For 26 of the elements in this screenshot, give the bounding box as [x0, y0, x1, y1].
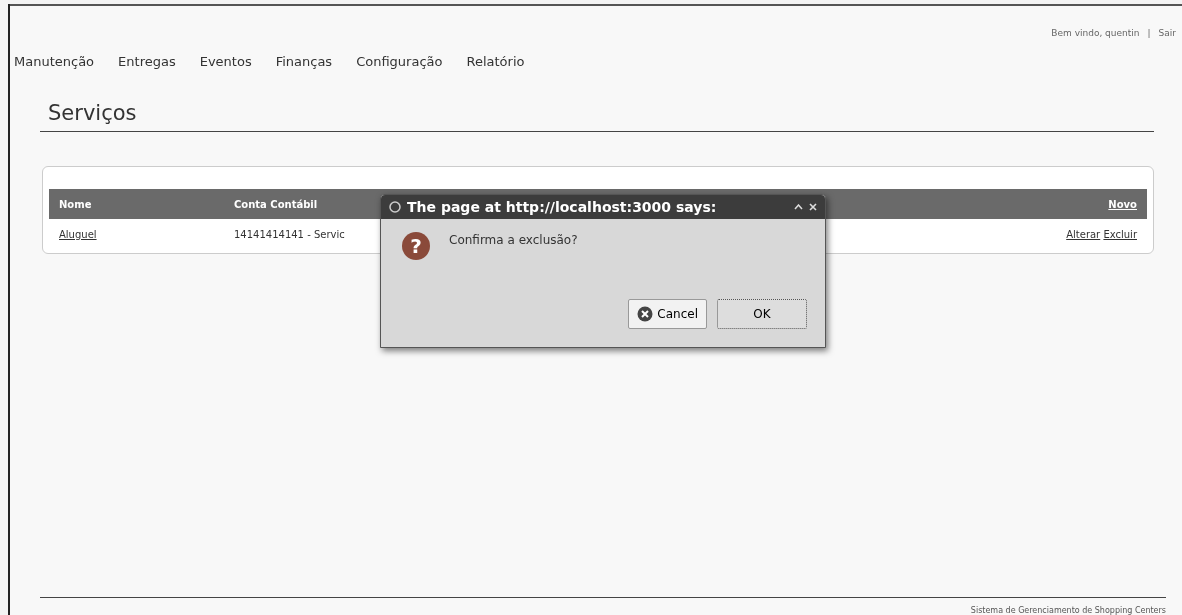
delete-link[interactable]: Excluir: [1103, 228, 1137, 240]
nav-link[interactable]: Eventos: [199, 54, 252, 69]
nav-link[interactable]: Configuração: [356, 54, 443, 69]
maximize-icon[interactable]: [794, 204, 803, 210]
dialog-title: The page at http://localhost:3000 says:: [407, 199, 718, 215]
welcome-text: Bem vindo, quentin: [1051, 28, 1140, 38]
close-icon[interactable]: [809, 203, 817, 211]
cancel-button[interactable]: Cancel: [628, 299, 707, 329]
nav-link[interactable]: Entregas: [118, 54, 176, 69]
footer-text: Sistema de Gerenciamento de Shopping Centers: [969, 605, 1166, 615]
page-title: Serviços: [48, 101, 138, 125]
logout-link[interactable]: Sair: [1158, 28, 1176, 38]
dialog-message: Confirma a exclusão?: [449, 232, 578, 249]
separator-text: |: [1147, 28, 1151, 38]
question-icon: ?: [401, 231, 431, 261]
new-link[interactable]: Novo: [1108, 198, 1137, 210]
service-link[interactable]: Aluguel: [59, 228, 97, 240]
nav-link[interactable]: Relatório: [466, 54, 525, 69]
window-icon: [389, 201, 401, 213]
nav-link[interactable]: Manutenção: [14, 54, 95, 69]
edit-link[interactable]: Alterar: [1066, 228, 1101, 240]
nav-link[interactable]: Finanças: [275, 54, 333, 69]
column-header: Nome: [49, 189, 224, 219]
cancel-icon: [637, 306, 654, 322]
ok-button[interactable]: OK: [717, 299, 807, 329]
table-cell: 14141414141 - Servic: [234, 228, 345, 240]
